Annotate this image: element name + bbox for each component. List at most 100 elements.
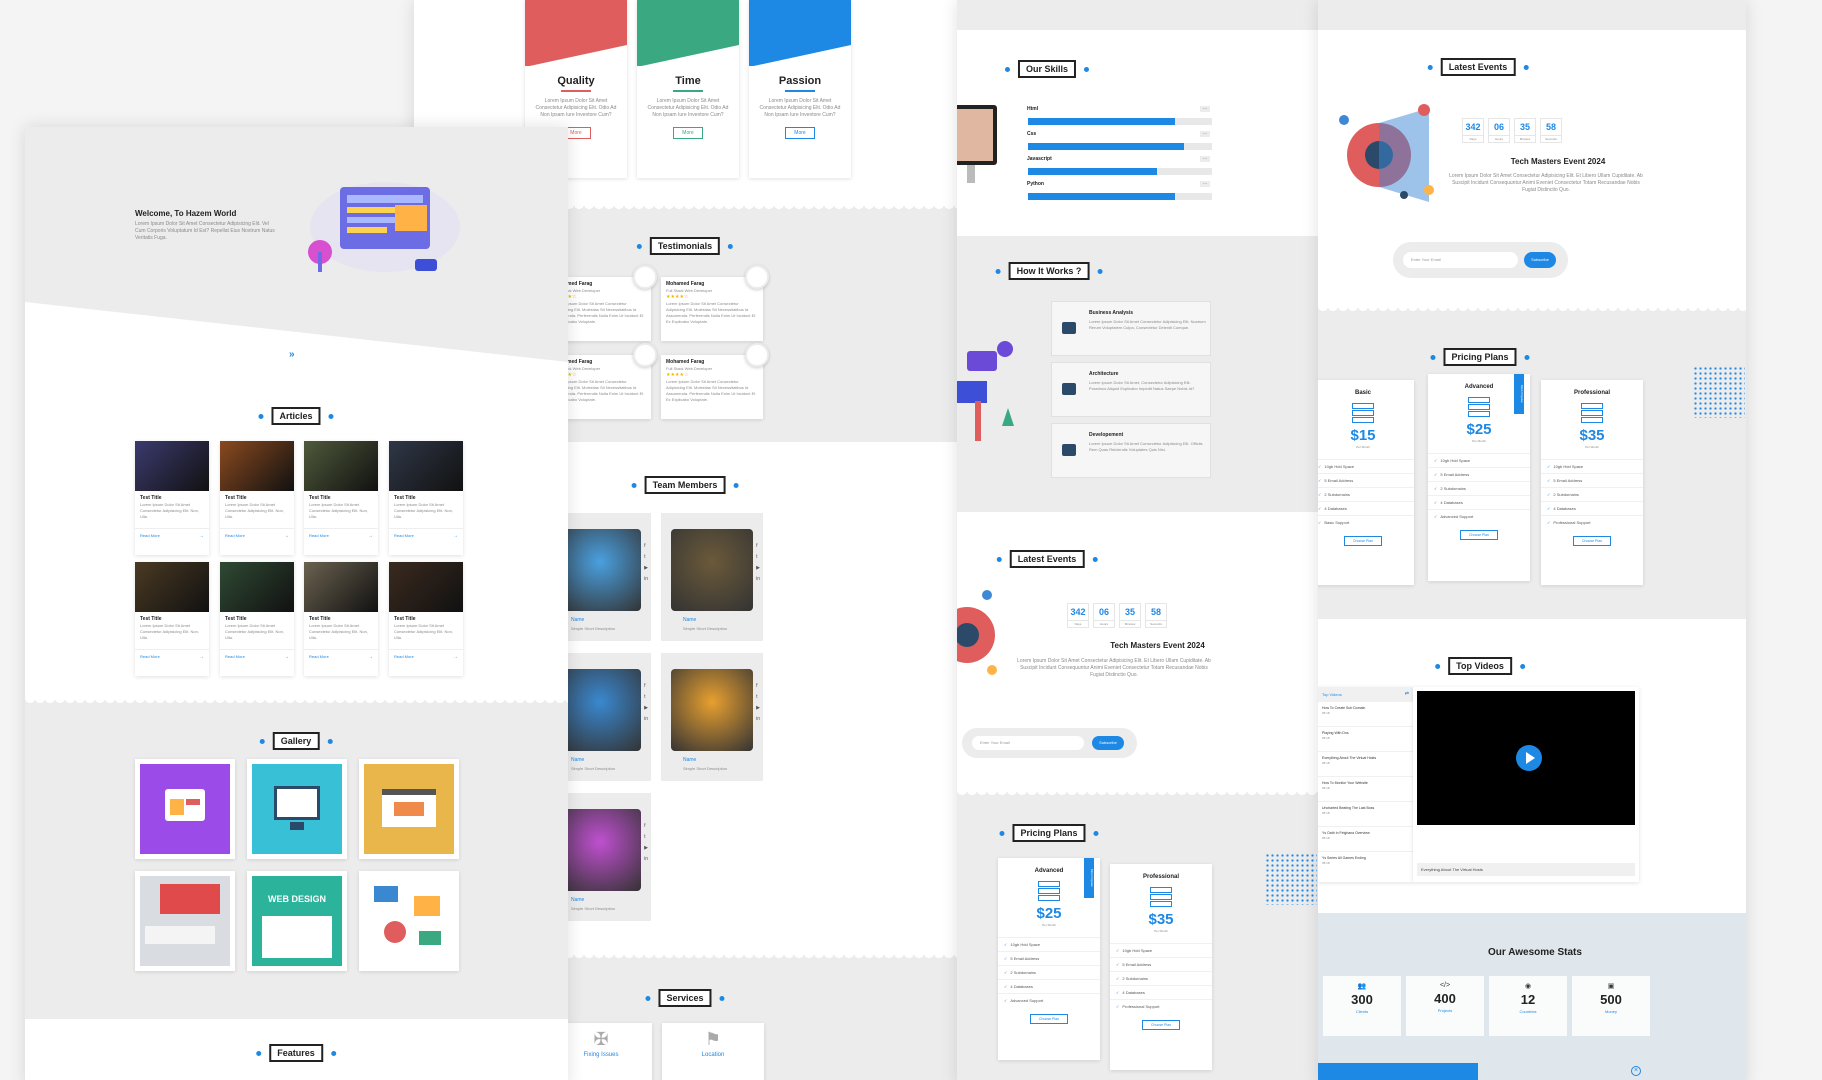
article-card[interactable]: Test Title Lorem Ipsum Dolor Sit Amet Con… bbox=[389, 441, 463, 555]
globe-icon: ◉ bbox=[1524, 983, 1532, 990]
plan-feature-label: 2 Subdomains bbox=[1122, 976, 1148, 981]
team-member-photo bbox=[559, 669, 641, 751]
youtube-icon[interactable]: ▶ bbox=[644, 705, 648, 711]
email-input-mid[interactable]: Enter Your Email bbox=[972, 736, 1084, 750]
choose-plan-button[interactable]: Choose Plan bbox=[1459, 530, 1499, 540]
youtube-icon[interactable]: ▶ bbox=[644, 565, 648, 571]
pricing-plan-card: Most Popular Advanced $25 Per Month ✓ 10gb Hd… bbox=[998, 858, 1100, 1060]
gallery-item[interactable] bbox=[359, 871, 459, 971]
stat-box: ◉ 12 Countries bbox=[1489, 976, 1567, 1036]
video-list-item[interactable]: How To Monitor Your Website 05:18 bbox=[1318, 776, 1413, 801]
more-button[interactable]: More bbox=[673, 127, 703, 139]
arrow-right-icon[interactable]: → bbox=[284, 654, 289, 660]
gallery-item[interactable] bbox=[359, 759, 459, 859]
skills-heading: Our Skills bbox=[1017, 60, 1077, 78]
twitter-icon[interactable]: t bbox=[644, 834, 648, 840]
read-more-link[interactable]: Read More bbox=[309, 533, 329, 539]
plan-feature: ✓ 4 Databases bbox=[1110, 985, 1212, 999]
section-title-how: How It Works ? bbox=[995, 262, 1103, 280]
article-footer: Read More → bbox=[220, 528, 294, 543]
video-screen[interactable] bbox=[1417, 691, 1635, 825]
linkedin-icon[interactable]: in bbox=[756, 716, 760, 722]
social-links: ft ▶ in bbox=[756, 543, 760, 582]
arrow-right-icon[interactable]: → bbox=[453, 533, 458, 539]
feature-text: Lorem Ipsum Dolor Sit Amet Consectetur A… bbox=[759, 98, 841, 118]
email-input[interactable]: Enter Your Email bbox=[1403, 252, 1518, 268]
gallery-item[interactable] bbox=[247, 759, 347, 859]
subscribe-button-mid[interactable]: Subscribe bbox=[1092, 736, 1124, 750]
facebook-icon[interactable]: f bbox=[756, 543, 760, 549]
linkedin-icon[interactable]: in bbox=[644, 716, 648, 722]
facebook-icon[interactable]: f bbox=[756, 683, 760, 689]
check-icon: ✓ bbox=[1004, 998, 1008, 1003]
facebook-icon[interactable]: f bbox=[644, 543, 648, 549]
subscribe-button[interactable]: Subscribe bbox=[1524, 252, 1556, 268]
article-card[interactable]: Test Title Lorem Ipsum Dolor Sit Amet Con… bbox=[135, 441, 209, 555]
plan-price: $35 bbox=[1579, 427, 1605, 444]
linkedin-icon[interactable]: in bbox=[644, 856, 648, 862]
plan-feature: ✓ 4 Databases bbox=[998, 979, 1100, 993]
article-card[interactable]: Test Title Lorem Ipsum Dolor Sit Amet Con… bbox=[135, 562, 209, 676]
video-list-item[interactable]: Playing With Dns 05:18 bbox=[1318, 726, 1413, 751]
youtube-icon[interactable]: ▶ bbox=[756, 565, 760, 571]
facebook-icon[interactable]: f bbox=[644, 823, 648, 829]
read-more-link[interactable]: Read More bbox=[140, 654, 160, 660]
countdown-unit: 58 Seconds bbox=[1540, 118, 1562, 143]
plan-feature-label: 4 Databases bbox=[1122, 990, 1145, 995]
choose-plan-button[interactable]: Choose Plan bbox=[1141, 1020, 1181, 1030]
linkedin-icon[interactable]: in bbox=[644, 576, 648, 582]
video-list-item[interactable]: Everything About The Virtual Hosts 05:18 bbox=[1318, 751, 1413, 776]
article-card[interactable]: Test Title Lorem Ipsum Dolor Sit Amet Con… bbox=[304, 562, 378, 676]
read-more-link[interactable]: Read More bbox=[309, 654, 329, 660]
choose-plan-button[interactable]: Choose Plan bbox=[1572, 536, 1612, 546]
read-more-link[interactable]: Read More bbox=[225, 533, 245, 539]
video-list-item[interactable]: Ys Oath In Felghana Overview 05:18 bbox=[1318, 826, 1413, 851]
check-icon: ✓ bbox=[1004, 970, 1008, 975]
article-card[interactable]: Test Title Lorem Ipsum Dolor Sit Amet Con… bbox=[220, 441, 294, 555]
arrow-right-icon[interactable]: → bbox=[199, 533, 204, 539]
arrow-right-icon[interactable]: → bbox=[284, 533, 289, 539]
article-card[interactable]: Test Title Lorem Ipsum Dolor Sit Amet Con… bbox=[220, 562, 294, 676]
arrow-right-icon[interactable]: → bbox=[453, 654, 458, 660]
read-more-link[interactable]: Read More bbox=[140, 533, 160, 539]
twitter-icon[interactable]: t bbox=[756, 554, 760, 560]
plan-feature: ✓ Professional Support bbox=[1541, 515, 1643, 529]
facebook-icon[interactable]: f bbox=[644, 683, 648, 689]
read-more-link[interactable]: Read More bbox=[394, 654, 414, 660]
read-more-link[interactable]: Read More bbox=[225, 654, 245, 660]
video-list-item[interactable]: Uncharted Beating The Last Boss 05:18 bbox=[1318, 801, 1413, 826]
plan-feature-label: Advanced Support bbox=[1010, 998, 1044, 1003]
article-card[interactable]: Test Title Lorem Ipsum Dolor Sit Amet Con… bbox=[304, 441, 378, 555]
video-list-item[interactable]: Ys Series All Games Ending 05:18 bbox=[1318, 851, 1413, 876]
twitter-icon[interactable]: t bbox=[756, 694, 760, 700]
stat-value: 300 bbox=[1351, 992, 1373, 1007]
youtube-icon[interactable]: ▶ bbox=[756, 705, 760, 711]
more-button[interactable]: More bbox=[785, 127, 815, 139]
service-card[interactable]: ⚑ Location bbox=[662, 1023, 764, 1080]
choose-plan-button[interactable]: Choose Plan bbox=[1343, 536, 1383, 546]
video-player[interactable]: Everything About The Virtual Hosts bbox=[1413, 687, 1639, 882]
arrow-right-icon[interactable]: → bbox=[199, 654, 204, 660]
close-icon[interactable]: × bbox=[1631, 1066, 1641, 1076]
twitter-icon[interactable]: t bbox=[644, 554, 648, 560]
article-title: Test Title bbox=[225, 495, 247, 501]
plan-feature-label: 4 Databases bbox=[1553, 506, 1576, 511]
read-more-link[interactable]: Read More bbox=[394, 533, 414, 539]
twitter-icon[interactable]: t bbox=[644, 694, 648, 700]
shuffle-icon[interactable]: ⇄ bbox=[1405, 691, 1409, 697]
section-title-team: Team Members bbox=[631, 476, 739, 494]
linkedin-icon[interactable]: in bbox=[756, 576, 760, 582]
arrow-right-icon[interactable]: → bbox=[368, 654, 373, 660]
article-card[interactable]: Test Title Lorem Ipsum Dolor Sit Amet Con… bbox=[389, 562, 463, 676]
choose-plan-button[interactable]: Choose Plan bbox=[1029, 1014, 1069, 1024]
gallery-item[interactable]: WEB DESIGN bbox=[247, 871, 347, 971]
play-icon[interactable] bbox=[1516, 745, 1542, 771]
youtube-icon[interactable]: ▶ bbox=[644, 845, 648, 851]
video-list-item[interactable]: How To Create Sub Domain 05:18 bbox=[1318, 701, 1413, 726]
gallery-item[interactable] bbox=[135, 759, 235, 859]
pricing-plan-card: Basic $15 Per Month ✓ 10gb Hdd Space ✓ 5 Email… bbox=[1318, 380, 1414, 585]
gallery-item[interactable] bbox=[135, 871, 235, 971]
arrow-right-icon[interactable]: → bbox=[368, 533, 373, 539]
chevrons-down-icon[interactable]: » bbox=[289, 349, 295, 360]
plan-period: Per Month bbox=[1356, 445, 1370, 449]
